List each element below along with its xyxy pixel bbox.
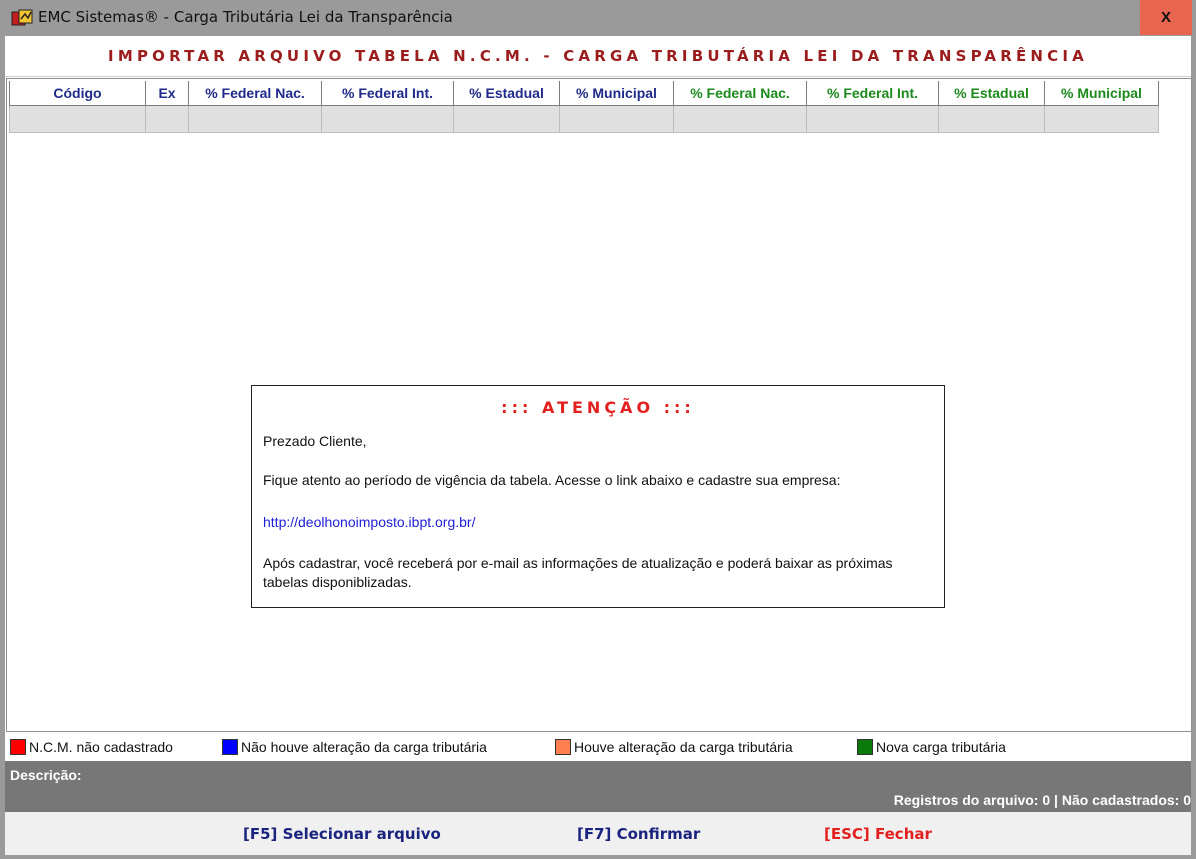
table-cell[interactable] bbox=[453, 105, 560, 133]
legend-label: Houve alteração da carga tributária bbox=[574, 739, 793, 755]
legend-label: Nova carga tributária bbox=[876, 739, 1006, 755]
column-header-federal-int[interactable]: % Federal Int. bbox=[321, 81, 454, 106]
column-header-municipal[interactable]: % Municipal bbox=[559, 81, 674, 106]
column-header-new-municipal[interactable]: % Municipal bbox=[1044, 81, 1159, 106]
column-header-ex[interactable]: Ex bbox=[145, 81, 189, 106]
legend-item-sem-alteracao: Não houve alteração da carga tributária bbox=[222, 739, 487, 755]
table-cell[interactable] bbox=[188, 105, 322, 133]
window-title: EMC Sistemas® - Carga Tributária Lei da … bbox=[38, 8, 453, 26]
table-row[interactable] bbox=[9, 105, 1159, 133]
record-counts: Registros do arquivo: 0 | Não cadastrado… bbox=[893, 792, 1191, 808]
table-cell[interactable] bbox=[673, 105, 807, 133]
legend-swatch-green bbox=[857, 739, 873, 755]
confirm-button[interactable]: [F7] Confirmar bbox=[577, 825, 700, 843]
legend-item-nova-carga: Nova carga tributária bbox=[857, 739, 1006, 755]
status-bar: Descrição: Registros do arquivo: 0 | Não… bbox=[5, 761, 1191, 812]
table-cell[interactable] bbox=[145, 105, 189, 133]
column-header-codigo[interactable]: Código bbox=[9, 81, 146, 106]
attention-notice: ::: ATENÇÃO ::: Prezado Cliente, Fique a… bbox=[251, 385, 945, 608]
close-button[interactable]: [ESC] Fechar bbox=[824, 825, 932, 843]
action-bar: [F5] Selecionar arquivo [F7] Confirmar [… bbox=[5, 812, 1191, 855]
notice-title: ::: ATENÇÃO ::: bbox=[501, 398, 695, 417]
notice-instruction: Fique atento ao período de vigência da t… bbox=[263, 472, 841, 488]
description-label: Descrição: bbox=[10, 767, 82, 783]
legend-swatch-orange bbox=[555, 739, 571, 755]
table-cell[interactable] bbox=[559, 105, 674, 133]
table-cell[interactable] bbox=[9, 105, 146, 133]
column-header-new-estadual[interactable]: % Estadual bbox=[938, 81, 1045, 106]
ibpt-link[interactable]: http://deolhonoimposto.ibpt.org.br/ bbox=[263, 513, 933, 532]
table-cell[interactable] bbox=[321, 105, 454, 133]
column-header-estadual[interactable]: % Estadual bbox=[453, 81, 560, 106]
color-legend: N.C.M. não cadastrado Não houve alteraçã… bbox=[5, 736, 1191, 760]
column-header-new-federal-int[interactable]: % Federal Int. bbox=[806, 81, 939, 106]
table-cell[interactable] bbox=[806, 105, 939, 133]
ncm-table: Código Ex % Federal Nac. % Federal Int. … bbox=[9, 81, 1159, 133]
table-header-row: Código Ex % Federal Nac. % Federal Int. … bbox=[9, 81, 1159, 106]
column-header-new-federal-nac[interactable]: % Federal Nac. bbox=[673, 81, 807, 106]
ncm-data-grid[interactable]: Código Ex % Federal Nac. % Federal Int. … bbox=[6, 78, 1192, 732]
legend-swatch-blue bbox=[222, 739, 238, 755]
title-bar: EMC Sistemas® - Carga Tributária Lei da … bbox=[0, 0, 1196, 36]
notice-greeting: Prezado Cliente, bbox=[263, 433, 367, 449]
column-header-federal-nac[interactable]: % Federal Nac. bbox=[188, 81, 322, 106]
legend-label: Não houve alteração da carga tributária bbox=[241, 739, 487, 755]
notice-info: Após cadastrar, você receberá por e-mail… bbox=[263, 555, 893, 590]
main-window-content: IMPORTAR ARQUIVO TABELA N.C.M. - CARGA T… bbox=[5, 36, 1192, 855]
header-bar: IMPORTAR ARQUIVO TABELA N.C.M. - CARGA T… bbox=[5, 36, 1191, 77]
page-title: IMPORTAR ARQUIVO TABELA N.C.M. - CARGA T… bbox=[108, 47, 1088, 65]
legend-swatch-red bbox=[10, 739, 26, 755]
close-window-button[interactable]: X bbox=[1140, 0, 1192, 35]
app-logo-icon bbox=[11, 9, 33, 26]
legend-label: N.C.M. não cadastrado bbox=[29, 739, 173, 755]
legend-item-com-alteracao: Houve alteração da carga tributária bbox=[555, 739, 793, 755]
select-file-button[interactable]: [F5] Selecionar arquivo bbox=[243, 825, 441, 843]
table-cell[interactable] bbox=[938, 105, 1045, 133]
table-cell[interactable] bbox=[1044, 105, 1159, 133]
legend-item-ncm-nao-cadastrado: N.C.M. não cadastrado bbox=[10, 739, 173, 755]
